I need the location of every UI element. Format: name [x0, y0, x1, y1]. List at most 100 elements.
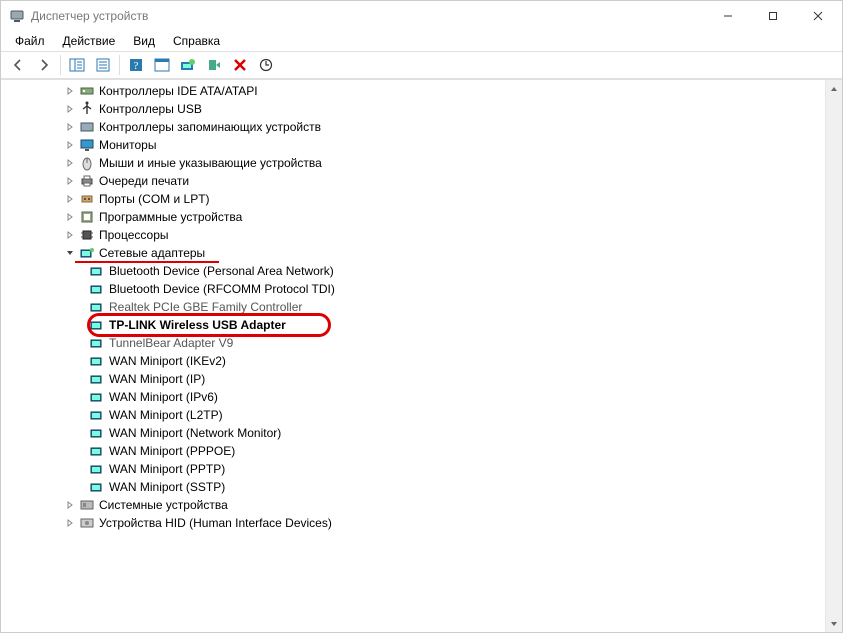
tree-category[interactable]: Порты (COM и LPT)	[3, 190, 842, 208]
maximize-button[interactable]	[750, 2, 795, 30]
scroll-up-icon[interactable]	[826, 80, 842, 97]
menu-action[interactable]: Действие	[55, 32, 124, 50]
chevron-down-icon[interactable]	[63, 246, 77, 260]
tree-item[interactable]: Realtek PCIe GBE Family Controller	[3, 298, 842, 316]
forward-button[interactable]	[32, 53, 56, 77]
update-driver-button[interactable]	[176, 53, 200, 77]
chevron-right-icon[interactable]	[63, 138, 77, 152]
annotation-underline	[75, 261, 219, 263]
tree-category[interactable]: Процессоры	[3, 226, 842, 244]
window-controls	[705, 2, 840, 30]
network-adapter-icon	[89, 371, 105, 387]
scroll-down-icon[interactable]	[826, 615, 842, 632]
scroll-track[interactable]	[826, 97, 842, 615]
show-hide-tree-button[interactable]	[65, 53, 89, 77]
enable-device-button[interactable]	[202, 53, 226, 77]
tree-item[interactable]: WAN Miniport (IP)	[3, 370, 842, 388]
tree-category[interactable]: Очереди печати	[3, 172, 842, 190]
tree-label: Системные устройства	[99, 498, 228, 512]
tree-item[interactable]: WAN Miniport (IPv6)	[3, 388, 842, 406]
tree-label: WAN Miniport (PPPOE)	[109, 444, 235, 458]
tree-category[interactable]: Устройства HID (Human Interface Devices)	[3, 514, 842, 532]
tree-category-network[interactable]: Сетевые адаптеры	[3, 244, 842, 262]
tree-label: Контроллеры запоминающих устройств	[99, 120, 321, 134]
network-adapter-icon	[79, 245, 95, 261]
scan-hardware-button[interactable]	[254, 53, 278, 77]
network-adapter-icon	[89, 425, 105, 441]
view-details-button[interactable]	[150, 53, 174, 77]
tree-label: Устройства HID (Human Interface Devices)	[99, 516, 332, 530]
storage-controller-icon	[79, 119, 95, 135]
device-tree[interactable]: Контроллеры IDE ATA/ATAPI Контроллеры US…	[1, 80, 842, 632]
tree-label: WAN Miniport (Network Monitor)	[109, 426, 281, 440]
tree-label: WAN Miniport (IKEv2)	[109, 354, 226, 368]
menubar: Файл Действие Вид Справка	[1, 31, 842, 51]
help-button[interactable]: ?	[124, 53, 148, 77]
network-adapter-icon	[89, 461, 105, 477]
chevron-right-icon[interactable]	[63, 228, 77, 242]
titlebar: Диспетчер устройств	[1, 1, 842, 31]
tree-category[interactable]: Контроллеры запоминающих устройств	[3, 118, 842, 136]
chevron-right-icon[interactable]	[63, 84, 77, 98]
tree-item[interactable]: TunnelBear Adapter V9	[3, 334, 842, 352]
tree-item[interactable]: WAN Miniport (Network Monitor)	[3, 424, 842, 442]
tree-item[interactable]: WAN Miniport (PPPOE)	[3, 442, 842, 460]
chevron-right-icon[interactable]	[63, 102, 77, 116]
tree-item[interactable]: WAN Miniport (L2TP)	[3, 406, 842, 424]
tree-category[interactable]: Мониторы	[3, 136, 842, 154]
tree-item[interactable]: Bluetooth Device (RFCOMM Protocol TDI)	[3, 280, 842, 298]
tree-category[interactable]: Контроллеры USB	[3, 100, 842, 118]
cpu-icon	[79, 227, 95, 243]
menu-file[interactable]: Файл	[7, 32, 53, 50]
tree-label: Очереди печати	[99, 174, 189, 188]
network-adapter-icon	[89, 407, 105, 423]
usb-controller-icon	[79, 101, 95, 117]
tree-category[interactable]: Системные устройства	[3, 496, 842, 514]
monitor-icon	[79, 137, 95, 153]
menu-view[interactable]: Вид	[125, 32, 163, 50]
network-adapter-icon	[89, 353, 105, 369]
uninstall-device-button[interactable]	[228, 53, 252, 77]
tree-item[interactable]: WAN Miniport (IKEv2)	[3, 352, 842, 370]
chevron-right-icon[interactable]	[63, 210, 77, 224]
chevron-right-icon[interactable]	[63, 120, 77, 134]
properties-button[interactable]	[91, 53, 115, 77]
tree-item[interactable]: WAN Miniport (SSTP)	[3, 478, 842, 496]
menu-help[interactable]: Справка	[165, 32, 228, 50]
tree-label: WAN Miniport (L2TP)	[109, 408, 223, 422]
minimize-button[interactable]	[705, 2, 750, 30]
network-adapter-icon	[89, 281, 105, 297]
tree-label: TP-LINK Wireless USB Adapter	[109, 318, 286, 332]
tree-item[interactable]: Bluetooth Device (Personal Area Network)	[3, 262, 842, 280]
tree-label: WAN Miniport (SSTP)	[109, 480, 225, 494]
vertical-scrollbar[interactable]	[825, 80, 842, 632]
chevron-right-icon[interactable]	[63, 498, 77, 512]
network-adapter-icon	[89, 335, 105, 351]
tree-label: Realtek PCIe GBE Family Controller	[109, 300, 302, 314]
tree-category[interactable]: Программные устройства	[3, 208, 842, 226]
chevron-right-icon[interactable]	[63, 516, 77, 530]
tree-label: Bluetooth Device (RFCOMM Protocol TDI)	[109, 282, 335, 296]
system-device-icon	[79, 497, 95, 513]
tree-label: Контроллеры IDE ATA/ATAPI	[99, 84, 258, 98]
tree-label: WAN Miniport (IP)	[109, 372, 205, 386]
hid-device-icon	[79, 515, 95, 531]
chevron-right-icon[interactable]	[63, 192, 77, 206]
svg-text:?: ?	[134, 60, 139, 72]
chevron-right-icon[interactable]	[63, 174, 77, 188]
window-title: Диспетчер устройств	[31, 9, 705, 23]
tree-item-tplink[interactable]: TP-LINK Wireless USB Adapter	[3, 316, 842, 334]
tree-label: Процессоры	[99, 228, 169, 242]
device-manager-window: Диспетчер устройств Файл Действие Вид Сп…	[0, 0, 843, 633]
close-button[interactable]	[795, 2, 840, 30]
tree-label: Мыши и иные указывающие устройства	[99, 156, 322, 170]
chevron-right-icon[interactable]	[63, 156, 77, 170]
toolbar-separator	[119, 55, 120, 75]
tree-category[interactable]: Контроллеры IDE ATA/ATAPI	[3, 82, 842, 100]
network-adapter-icon	[89, 389, 105, 405]
back-button[interactable]	[6, 53, 30, 77]
tree-label: TunnelBear Adapter V9	[109, 336, 233, 350]
tree-category[interactable]: Мыши и иные указывающие устройства	[3, 154, 842, 172]
tree-label: Сетевые адаптеры	[99, 246, 205, 260]
tree-item[interactable]: WAN Miniport (PPTP)	[3, 460, 842, 478]
